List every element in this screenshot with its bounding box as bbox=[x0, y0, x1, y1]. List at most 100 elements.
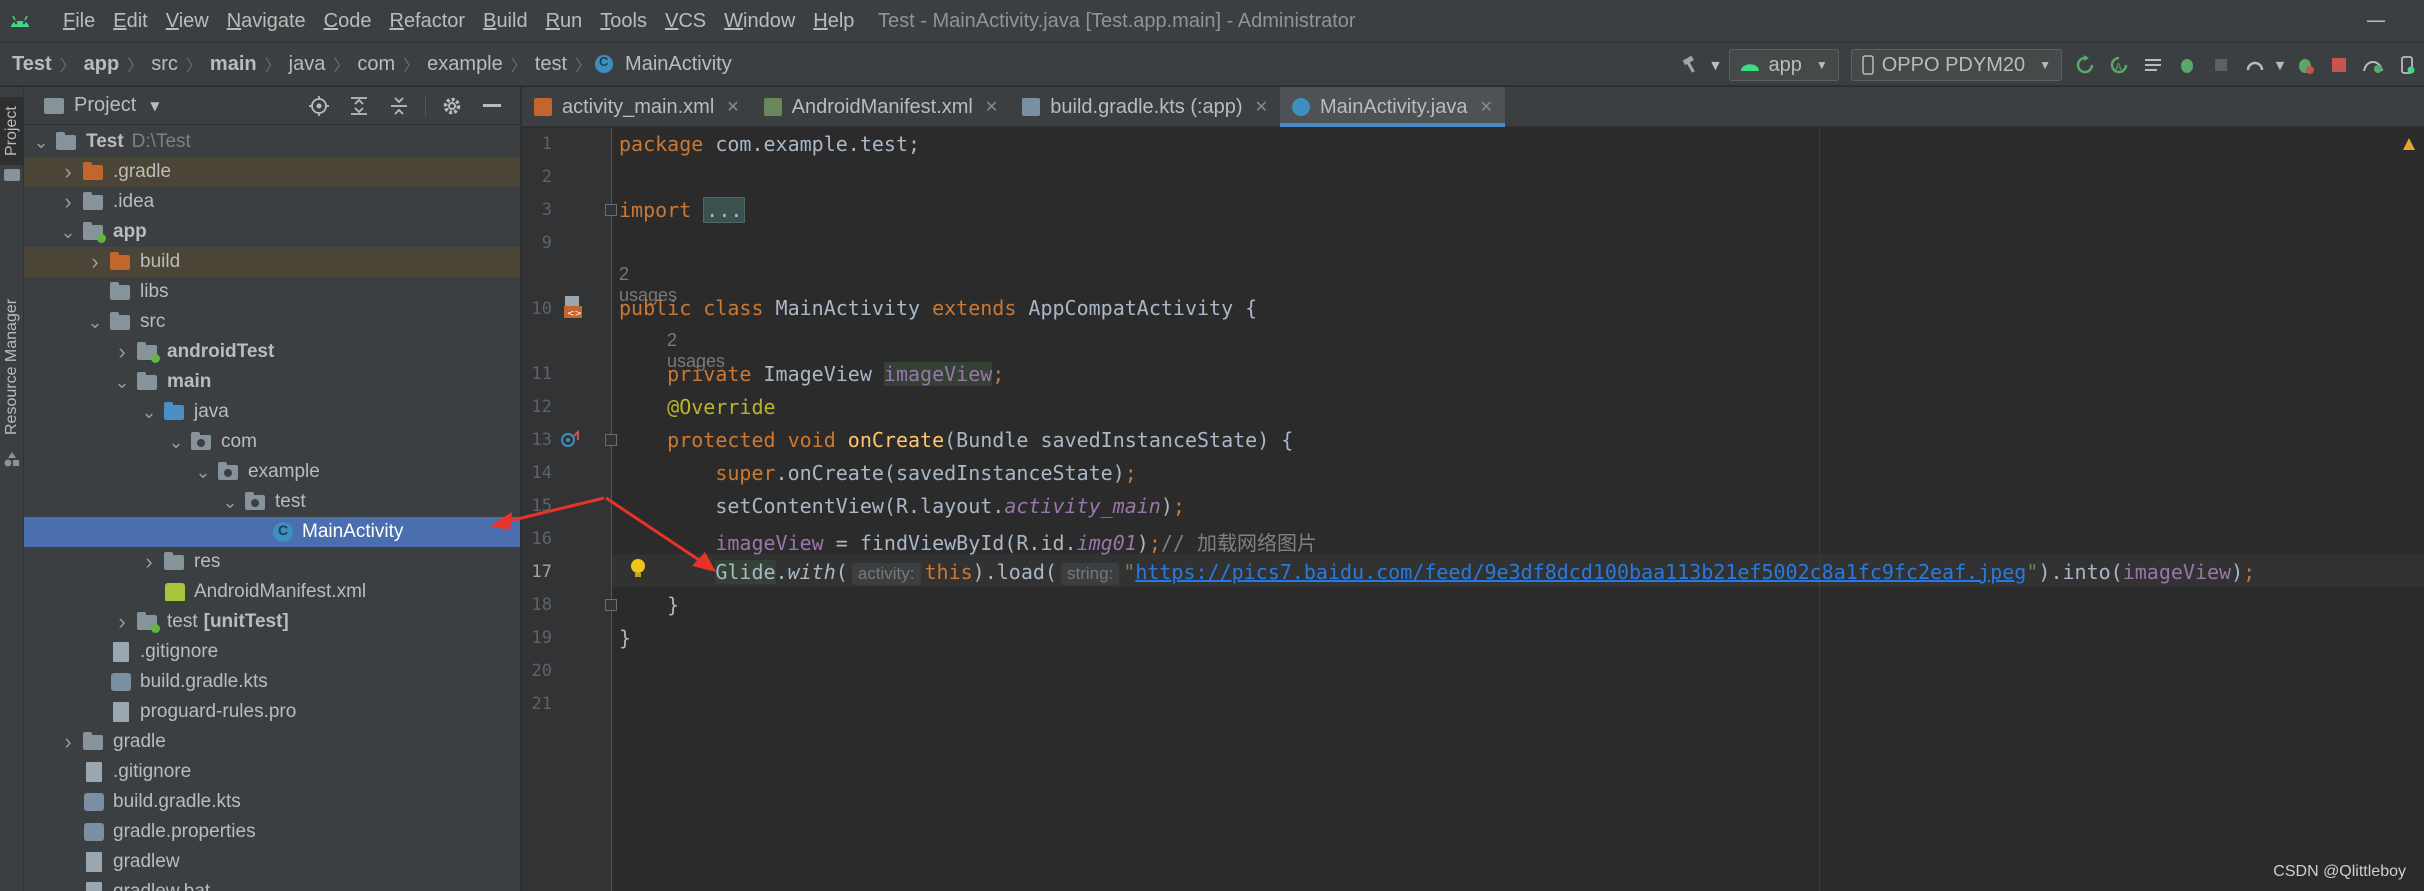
run-tests-list-icon[interactable] bbox=[2136, 48, 2170, 82]
fold-toggle-icon[interactable] bbox=[605, 599, 617, 611]
tree-item[interactable]: gradlew bbox=[24, 847, 520, 877]
stop-icon[interactable] bbox=[2322, 48, 2356, 82]
tree-item[interactable]: › androidTest bbox=[24, 337, 520, 367]
tree-item[interactable]: ⌄ example bbox=[24, 457, 520, 487]
breadcrumb-item-test[interactable]: test bbox=[531, 53, 571, 76]
breadcrumb-item-main[interactable]: main bbox=[206, 53, 261, 76]
chevron-down-icon[interactable]: ⌄ bbox=[57, 223, 79, 241]
tree-item[interactable]: gradlew.bat bbox=[24, 877, 520, 891]
tree-item[interactable]: ⌄ test bbox=[24, 487, 520, 517]
debug-bug-icon[interactable] bbox=[2288, 48, 2322, 82]
chevron-right-icon[interactable]: › bbox=[111, 609, 133, 635]
menu-code[interactable]: Code bbox=[315, 0, 381, 42]
image-url-link[interactable]: https://pics7.baidu.com/feed/9e3df8dcd10… bbox=[1135, 560, 2026, 584]
fold-toggle-icon[interactable] bbox=[605, 434, 617, 446]
breadcrumb-item-src[interactable]: src bbox=[147, 53, 182, 76]
device-manager-icon[interactable] bbox=[2390, 48, 2424, 82]
tree-item[interactable]: build.gradle.kts bbox=[24, 787, 520, 817]
close-icon[interactable]: ✕ bbox=[1479, 97, 1492, 117]
editor-tab[interactable]: activity_main.xml ✕ bbox=[522, 87, 752, 127]
chevron-down-icon[interactable]: ⌄ bbox=[219, 493, 241, 511]
breadcrumb-item-project[interactable]: Test bbox=[8, 53, 56, 76]
chevron-right-icon[interactable]: › bbox=[57, 159, 79, 185]
menu-run[interactable]: Run bbox=[537, 0, 592, 42]
breadcrumb-item-com[interactable]: com bbox=[353, 53, 399, 76]
close-icon[interactable]: ✕ bbox=[726, 97, 739, 117]
chevron-right-icon[interactable]: › bbox=[84, 249, 106, 275]
tree-item[interactable]: › .idea bbox=[24, 187, 520, 217]
tree-item[interactable]: ⌄ src bbox=[24, 307, 520, 337]
chevron-down-icon[interactable]: ▼ bbox=[150, 99, 159, 113]
class-gutter-icon[interactable]: <> bbox=[562, 294, 584, 320]
chevron-down-icon[interactable]: ⌄ bbox=[138, 403, 160, 421]
breadcrumb-item-module[interactable]: app bbox=[80, 53, 124, 76]
chevron-down-icon[interactable]: ▼ bbox=[2272, 48, 2288, 82]
project-view-select[interactable]: Project bbox=[74, 94, 136, 117]
locate-file-icon[interactable] bbox=[299, 87, 339, 125]
menu-vcs[interactable]: VCS bbox=[656, 0, 715, 42]
code-editor[interactable]: 1 2 3 9 10 11 12 13 14 15 16 17 18 19 20… bbox=[522, 128, 2424, 891]
tree-item[interactable]: proguard-rules.pro bbox=[24, 697, 520, 727]
menu-help[interactable]: Help bbox=[804, 0, 863, 42]
breadcrumb-item-java[interactable]: java bbox=[285, 53, 330, 76]
device-select[interactable]: OPPO PDYM20 ▼ bbox=[1850, 49, 2062, 81]
chevron-right-icon[interactable]: › bbox=[138, 549, 160, 575]
minimize-window-button[interactable]: — bbox=[2366, 8, 2386, 32]
menu-window[interactable]: Window bbox=[715, 0, 804, 42]
build-hammer-icon[interactable] bbox=[1673, 48, 1707, 82]
editor-tab[interactable]: MainActivity.java ✕ bbox=[1280, 87, 1505, 127]
tree-item[interactable]: AndroidManifest.xml bbox=[24, 577, 520, 607]
chevron-down-icon[interactable]: ⌄ bbox=[111, 373, 133, 391]
tree-item[interactable]: ⌄ java bbox=[24, 397, 520, 427]
tree-item[interactable]: › res bbox=[24, 547, 520, 577]
menu-tools[interactable]: Tools bbox=[591, 0, 656, 42]
rerun-icon[interactable] bbox=[2068, 48, 2102, 82]
warning-icon[interactable] bbox=[2402, 136, 2416, 150]
chevron-right-icon[interactable]: › bbox=[57, 189, 79, 215]
gear-icon[interactable] bbox=[432, 87, 472, 125]
tree-item[interactable]: › .gradle bbox=[24, 157, 520, 187]
menu-file[interactable]: File bbox=[54, 0, 104, 42]
close-icon[interactable]: ✕ bbox=[985, 97, 998, 117]
tree-item[interactable]: libs bbox=[24, 277, 520, 307]
chevron-right-icon[interactable]: › bbox=[111, 339, 133, 365]
tree-item[interactable]: › build bbox=[24, 247, 520, 277]
fold-toggle-icon[interactable] bbox=[605, 204, 617, 216]
tree-item[interactable]: ⌄ Test D:\Test bbox=[24, 127, 520, 157]
menu-refactor[interactable]: Refactor bbox=[380, 0, 474, 42]
sync-gradle-icon[interactable] bbox=[2356, 48, 2390, 82]
editor-tab[interactable]: build.gradle.kts (:app) ✕ bbox=[1010, 87, 1280, 127]
apply-changes-icon[interactable]: A bbox=[2102, 48, 2136, 82]
tree-item[interactable]: ⌄ app bbox=[24, 217, 520, 247]
run-configuration-select[interactable]: app ▼ bbox=[1729, 49, 1839, 81]
hide-panel-icon[interactable] bbox=[472, 87, 512, 125]
tool-window-tab-project[interactable]: Project bbox=[0, 97, 24, 165]
menu-edit[interactable]: Edit bbox=[104, 0, 156, 42]
menu-build[interactable]: Build bbox=[474, 0, 536, 42]
debug-bug-icon[interactable] bbox=[2170, 48, 2204, 82]
chevron-down-icon[interactable]: ▼ bbox=[1707, 48, 1723, 82]
tree-item[interactable]: ⌄ main bbox=[24, 367, 520, 397]
attach-debugger-icon[interactable] bbox=[2204, 48, 2238, 82]
expand-all-icon[interactable] bbox=[339, 87, 379, 125]
menu-navigate[interactable]: Navigate bbox=[218, 0, 315, 42]
tree-item[interactable]: gradle.properties bbox=[24, 817, 520, 847]
tree-item[interactable]: build.gradle.kts bbox=[24, 667, 520, 697]
collapse-all-icon[interactable] bbox=[379, 87, 419, 125]
chevron-down-icon[interactable]: ⌄ bbox=[192, 463, 214, 481]
folded-imports[interactable]: ... bbox=[703, 197, 746, 223]
chevron-down-icon[interactable]: ⌄ bbox=[84, 313, 106, 331]
tool-window-tab-resource-manager[interactable]: Resource Manager bbox=[0, 287, 24, 447]
tree-item[interactable]: MainActivity bbox=[24, 517, 520, 547]
tree-item[interactable]: ⌄ com bbox=[24, 427, 520, 457]
tree-item[interactable]: .gitignore bbox=[24, 637, 520, 667]
tree-item[interactable]: › test [unitTest] bbox=[24, 607, 520, 637]
chevron-right-icon[interactable]: › bbox=[57, 729, 79, 755]
menu-view[interactable]: View bbox=[157, 0, 218, 42]
override-gutter-icon[interactable] bbox=[560, 429, 582, 450]
close-icon[interactable]: ✕ bbox=[1255, 97, 1268, 117]
tree-item[interactable]: › gradle bbox=[24, 727, 520, 757]
tree-item[interactable]: .gitignore bbox=[24, 757, 520, 787]
editor-tab[interactable]: AndroidManifest.xml ✕ bbox=[752, 87, 1011, 127]
chevron-down-icon[interactable]: ⌄ bbox=[30, 133, 52, 151]
